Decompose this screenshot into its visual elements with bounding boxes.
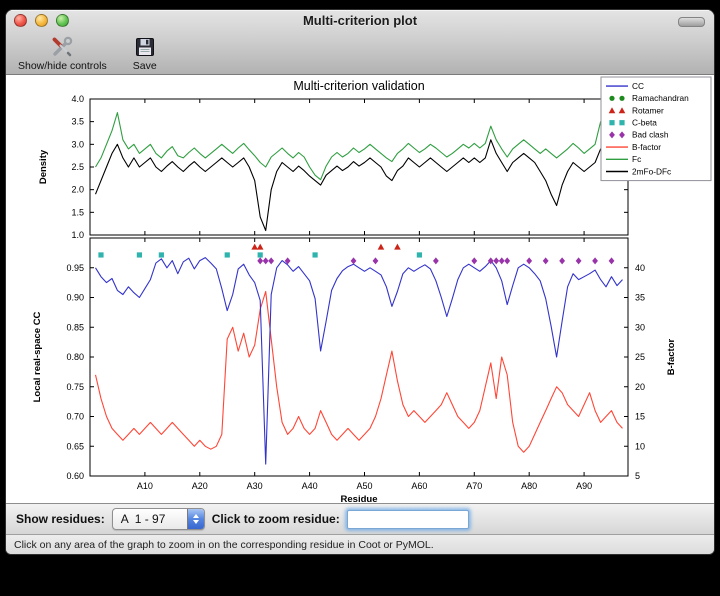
- svg-text:10: 10: [635, 441, 645, 451]
- svg-text:0.90: 0.90: [66, 293, 84, 303]
- svg-text:4.0: 4.0: [71, 94, 84, 104]
- svg-text:A40: A40: [302, 481, 318, 491]
- svg-text:20: 20: [635, 382, 645, 392]
- save-floppy-icon: [133, 35, 157, 59]
- svg-text:0.60: 0.60: [66, 471, 84, 481]
- zoom-residue-input[interactable]: [347, 510, 469, 529]
- svg-text:0.85: 0.85: [66, 322, 84, 332]
- svg-text:A10: A10: [137, 481, 153, 491]
- residue-range-select[interactable]: A 1 - 97: [112, 508, 205, 530]
- svg-text:0.80: 0.80: [66, 352, 84, 362]
- svg-text:A60: A60: [411, 481, 427, 491]
- svg-text:1.5: 1.5: [71, 207, 84, 217]
- svg-text:A80: A80: [521, 481, 537, 491]
- svg-text:0.75: 0.75: [66, 382, 84, 392]
- svg-text:0.95: 0.95: [66, 263, 84, 273]
- save-button[interactable]: Save: [133, 35, 157, 72]
- app-window: Multi-criterion plot Show/hide controls: [5, 9, 715, 555]
- svg-text:15: 15: [635, 412, 645, 422]
- svg-text:Local real-space CC: Local real-space CC: [32, 311, 43, 402]
- svg-text:A50: A50: [356, 481, 372, 491]
- residue-range-value: A 1 - 97: [113, 512, 187, 526]
- svg-text:0.70: 0.70: [66, 412, 84, 422]
- svg-text:40: 40: [635, 263, 645, 273]
- svg-text:2mFo-DFc: 2mFo-DFc: [632, 166, 671, 176]
- crossed-tools-icon: [50, 35, 74, 59]
- svg-text:Bad clash: Bad clash: [632, 130, 669, 140]
- svg-text:A70: A70: [466, 481, 482, 491]
- svg-text:C-beta: C-beta: [632, 118, 657, 128]
- svg-text:Rotamer: Rotamer: [632, 105, 664, 115]
- zoom-residue-label: Click to zoom residue:: [212, 512, 340, 526]
- svg-text:Ramachandran: Ramachandran: [632, 93, 689, 103]
- plot-area[interactable]: Multi-criterion validation 1.0 1.5 2.0 2.5 3.…: [6, 75, 714, 504]
- svg-text:A90: A90: [576, 481, 592, 491]
- svg-text:3.5: 3.5: [71, 117, 84, 127]
- save-label: Save: [133, 60, 157, 72]
- show-hide-controls-button[interactable]: Show/hide controls: [18, 35, 107, 72]
- svg-text:1.0: 1.0: [71, 230, 84, 240]
- window-title: Multi-criterion plot: [6, 10, 714, 32]
- svg-text:35: 35: [635, 293, 645, 303]
- svg-text:B-factor: B-factor: [632, 142, 661, 152]
- svg-text:25: 25: [635, 352, 645, 362]
- svg-text:2.5: 2.5: [71, 162, 84, 172]
- status-bar: Click on any area of the graph to zoom i…: [6, 535, 714, 554]
- svg-text:Fc: Fc: [632, 154, 641, 164]
- svg-text:Density: Density: [38, 149, 49, 184]
- controls-bar: Show residues: A 1 - 97 Click to zoom re…: [6, 504, 714, 535]
- svg-text:30: 30: [635, 322, 645, 332]
- svg-text:B-factor: B-factor: [666, 338, 677, 375]
- status-text: Click on any area of the graph to zoom i…: [14, 539, 434, 551]
- toolbar-toggle-button[interactable]: [678, 17, 705, 27]
- svg-text:A20: A20: [192, 481, 208, 491]
- titlebar[interactable]: Multi-criterion plot: [6, 10, 714, 32]
- svg-text:0.65: 0.65: [66, 441, 84, 451]
- window-chrome: Multi-criterion plot Show/hide controls: [6, 10, 714, 75]
- svg-text:CC: CC: [632, 81, 644, 91]
- svg-text:2.0: 2.0: [71, 185, 84, 195]
- toolbar: Show/hide controls Save: [6, 32, 714, 74]
- svg-text:Residue: Residue: [341, 494, 378, 503]
- show-hide-controls-label: Show/hide controls: [18, 60, 107, 72]
- show-residues-label: Show residues:: [16, 512, 105, 526]
- svg-text:5: 5: [635, 471, 640, 481]
- svg-text:Multi-criterion validation: Multi-criterion validation: [293, 79, 424, 93]
- svg-text:3.0: 3.0: [71, 139, 84, 149]
- multi-criterion-figure[interactable]: Multi-criterion validation 1.0 1.5 2.0 2.5 3.…: [6, 75, 715, 503]
- svg-text:A30: A30: [247, 481, 263, 491]
- popup-stepper-icon: [187, 509, 204, 529]
